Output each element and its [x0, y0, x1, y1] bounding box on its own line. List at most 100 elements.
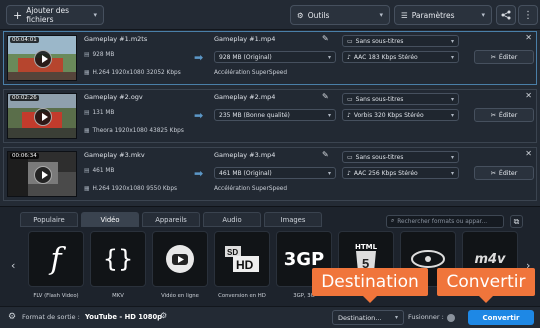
close-icon[interactable]: ✕ [525, 149, 532, 158]
share-button[interactable] [496, 5, 516, 25]
file-row[interactable]: 00:04:01 Gameplay #1.m2ts ▤ 928 MB ▦ H.264… [3, 31, 537, 85]
video-thumbnail[interactable]: 00:06:34 [7, 151, 77, 197]
format-tabs: Populaire Vidéo Appareils Audio Images ⌕… [0, 210, 540, 228]
audio-select[interactable]: ♪ AAC 256 Kbps Stéréo ▾ [342, 167, 459, 179]
destination-select[interactable]: Destination... ▾ [332, 310, 404, 325]
output-filename[interactable]: Gameplay #3.mp4 [214, 151, 275, 159]
output-size-select[interactable]: 461 MB (Original) ▾ [214, 167, 336, 179]
chevron-down-icon: ▾ [394, 314, 398, 321]
edit-label: Éditer [498, 53, 518, 61]
source-filename: Gameplay #2.ogv [84, 93, 143, 101]
tools-button[interactable]: ⚙ Outils ▾ [290, 5, 390, 25]
close-icon[interactable]: ✕ [525, 33, 532, 42]
chevron-left-icon[interactable]: ‹ [11, 259, 15, 272]
more-icon: ⋮ [523, 9, 533, 21]
tab-images[interactable]: Images [264, 212, 322, 227]
output-size-value: 235 MB (Bonne qualité) [219, 111, 290, 119]
play-icon[interactable] [34, 50, 52, 68]
file-row[interactable]: 00:02:26 Gameplay #2.ogv ▤ 131 MB ▦ Theora… [3, 89, 537, 143]
video-thumbnail[interactable]: 00:02:26 [7, 93, 77, 139]
audio-value: AAC 256 Kbps Stéréo [353, 169, 418, 177]
format-mkv[interactable]: {} [90, 231, 146, 287]
play-icon[interactable] [34, 166, 52, 184]
plus-icon: + [13, 8, 23, 22]
settings-button[interactable]: ☰ Paramètres ▾ [394, 5, 492, 25]
convert-button[interactable]: Convertir [468, 310, 534, 325]
add-files-button[interactable]: + Ajouter des fichiers ▾ [6, 5, 104, 25]
audio-select[interactable]: ♪ Vorbis 320 Kbps Stéréo ▾ [342, 109, 459, 121]
pencil-icon[interactable]: ✎ [322, 92, 329, 101]
subtitles-icon: ▭ [347, 95, 353, 103]
pencil-icon[interactable]: ✎ [322, 34, 329, 43]
chevron-down-icon: ▾ [450, 169, 454, 177]
output-format-value[interactable]: YouTube - HD 1080p [85, 313, 162, 321]
subtitles-select[interactable]: ▭ Sans sous-titres ▾ [342, 151, 459, 163]
chevron-down-icon: ▾ [93, 11, 97, 19]
subtitles-value: Sans sous-titres [355, 37, 404, 45]
format-label: MKV [112, 293, 124, 299]
output-filename[interactable]: Gameplay #2.mp4 [214, 93, 275, 101]
source-size-value: 928 MB [92, 52, 115, 58]
html-text: HTML [354, 243, 378, 251]
gear-icon: ⚙ [297, 10, 304, 20]
chevron-down-icon: ▾ [481, 11, 485, 19]
settings-icon[interactable]: ⧉ [510, 215, 523, 228]
source-codec-value: H.264 1920x1080 32052 Kbps [92, 70, 181, 76]
file-row[interactable]: 00:06:34 Gameplay #3.mkv ▤ 461 MB ▦ H.264 … [3, 147, 537, 201]
source-codec: ▦ Theora 1920x1080 43825 Kbps [84, 128, 184, 134]
acceleration-label: Accélération SuperSpeed [214, 70, 288, 76]
edit-button[interactable]: ✂ Éditer [474, 50, 534, 64]
scissors-icon: ✂ [490, 169, 496, 177]
subtitles-select[interactable]: ▭ Sans sous-titres ▾ [342, 93, 459, 105]
pencil-icon[interactable]: ✎ [322, 150, 329, 159]
settings-icon: ☰ [401, 10, 408, 20]
source-filename: Gameplay #1.m2ts [84, 35, 148, 43]
tools-label: Outils [307, 10, 330, 20]
destination-label: Destination... [338, 313, 382, 322]
tab-audio[interactable]: Audio [203, 212, 261, 227]
format-label: FLV (Flash Video) [33, 293, 79, 299]
edit-button[interactable]: ✂ Éditer [474, 166, 534, 180]
source-size-value: 131 MB [92, 110, 115, 116]
output-size-select[interactable]: 235 MB (Bonne qualité) ▾ [214, 109, 336, 121]
film-icon: ▦ [84, 128, 90, 134]
tab-popular[interactable]: Populaire [20, 212, 78, 227]
youtube-icon [166, 245, 194, 273]
source-filename: Gameplay #3.mkv [84, 151, 145, 159]
format-search-input[interactable]: ⌕ Rechercher formats ou appar... [386, 215, 504, 228]
convert-callout: Convertir [437, 268, 535, 303]
source-codec-value: Theora 1920x1080 43825 Kbps [92, 128, 184, 134]
format-hd[interactable]: SD HD [214, 231, 270, 287]
chevron-down-icon: ▾ [450, 111, 454, 119]
chevron-down-icon: ▾ [327, 111, 331, 119]
play-icon[interactable] [34, 108, 52, 126]
edit-button[interactable]: ✂ Éditer [474, 108, 534, 122]
video-thumbnail[interactable]: 00:04:01 [7, 35, 77, 81]
format-flv[interactable]: f [28, 231, 84, 287]
scissors-icon: ✂ [490, 111, 496, 119]
output-format-label: Format de sortie : [22, 313, 80, 321]
source-size-value: 461 MB [92, 168, 115, 174]
toolbar: + Ajouter des fichiers ▾ ⚙ Outils ▾ ☰ Pa… [0, 0, 540, 30]
tab-devices[interactable]: Appareils [142, 212, 200, 227]
subtitles-icon: ▭ [347, 37, 353, 45]
subtitles-value: Sans sous-titres [355, 95, 404, 103]
close-icon[interactable]: ✕ [525, 91, 532, 100]
tab-video[interactable]: Vidéo [81, 212, 139, 227]
3gp-icon: 3GP [283, 248, 325, 270]
menu-button[interactable]: ⋮ [518, 5, 538, 25]
format-online-video[interactable] [152, 231, 208, 287]
sd-hd-icon: SDHD [225, 246, 259, 272]
convert-arrow-icon: ➡ [194, 167, 204, 180]
audio-value: Vorbis 320 Kbps Stéréo [353, 111, 424, 119]
output-size-select[interactable]: 928 MB (Original) ▾ [214, 51, 336, 63]
film-icon: ▦ [84, 186, 90, 192]
subtitles-select[interactable]: ▭ Sans sous-titres ▾ [342, 35, 459, 47]
format-settings-icon[interactable]: ⚙ [160, 311, 167, 320]
audio-select[interactable]: ♪ AAC 183 Kbps Stéréo ▾ [342, 51, 459, 63]
share-icon [501, 10, 511, 20]
merge-toggle[interactable] [447, 314, 455, 322]
settings-icon[interactable]: ⚙ [8, 312, 16, 322]
source-codec: ▦ H.264 1920x1080 9550 Kbps [84, 186, 177, 192]
output-filename[interactable]: Gameplay #1.mp4 [214, 35, 275, 43]
